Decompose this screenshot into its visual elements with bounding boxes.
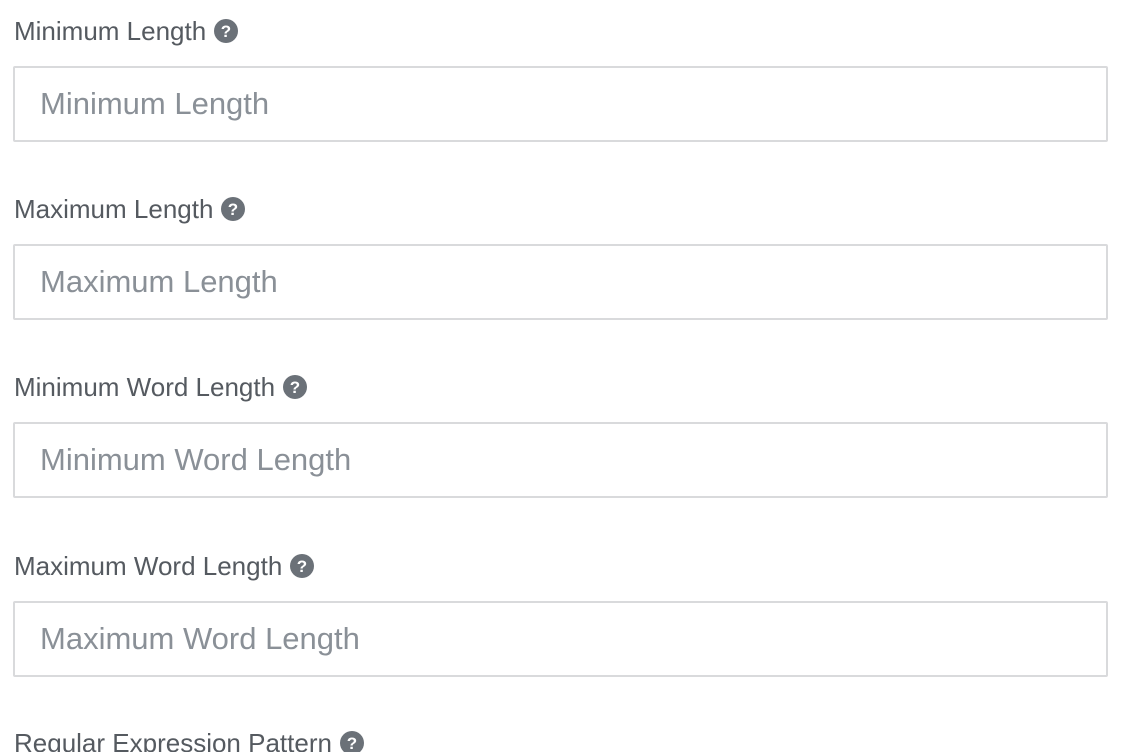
question-circle-icon[interactable]: ?	[339, 731, 364, 752]
field-regular-expression-pattern: Regular Expression Pattern ?	[13, 727, 1108, 752]
maximum-word-length-input[interactable]	[13, 601, 1108, 677]
validation-form: Minimum Length ? Maximum Length ? Minimu…	[0, 0, 1136, 752]
svg-text:?: ?	[297, 557, 307, 576]
label-row: Minimum Word Length ?	[13, 371, 1108, 403]
label-row: Maximum Word Length ?	[13, 550, 1108, 582]
question-circle-icon[interactable]: ?	[214, 19, 239, 43]
minimum-length-input[interactable]	[13, 66, 1108, 142]
field-label: Maximum Word Length	[14, 551, 283, 581]
field-minimum-length: Minimum Length ?	[13, 15, 1108, 142]
question-circle-icon[interactable]: ?	[290, 554, 315, 578]
svg-text:?: ?	[290, 378, 300, 397]
label-row: Minimum Length ?	[13, 15, 1108, 47]
field-label: Minimum Length	[14, 16, 207, 46]
svg-text:?: ?	[347, 734, 357, 752]
svg-text:?: ?	[228, 200, 238, 219]
maximum-length-input[interactable]	[13, 244, 1108, 320]
question-circle-icon[interactable]: ?	[221, 197, 246, 221]
minimum-word-length-input[interactable]	[13, 422, 1108, 498]
field-label: Regular Expression Pattern	[14, 728, 332, 752]
question-circle-icon[interactable]: ?	[283, 375, 308, 399]
field-minimum-word-length: Minimum Word Length ?	[13, 371, 1108, 498]
label-row: Regular Expression Pattern ?	[13, 727, 1108, 752]
field-label: Minimum Word Length	[14, 372, 276, 402]
field-maximum-length: Maximum Length ?	[13, 193, 1108, 320]
field-label: Maximum Length	[14, 194, 214, 224]
label-row: Maximum Length ?	[13, 193, 1108, 225]
field-maximum-word-length: Maximum Word Length ?	[13, 550, 1108, 677]
svg-text:?: ?	[221, 22, 231, 41]
